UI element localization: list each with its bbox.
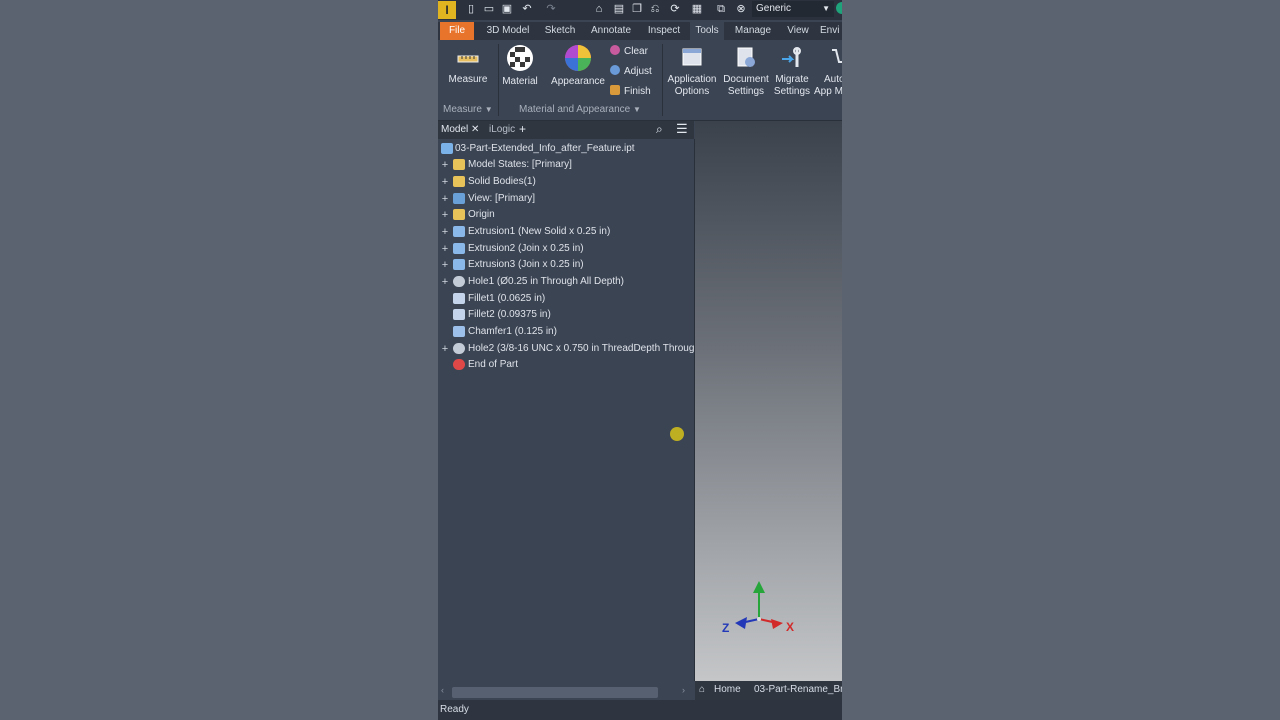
chamfer-icon (453, 326, 465, 337)
extrusion-icon (453, 243, 465, 254)
return-icon[interactable]: ⎌ (648, 2, 662, 16)
finish-button[interactable]: Finish (610, 85, 651, 99)
expand-icon[interactable]: + (440, 157, 450, 173)
copy-icon[interactable]: ❐ (630, 2, 644, 16)
ribbon-tabs: File 3D Model Sketch Annotate Inspect To… (438, 22, 842, 40)
expand-icon[interactable]: + (440, 207, 450, 223)
update-icon[interactable]: ⟳ (668, 2, 682, 16)
appearance-button[interactable]: Appearance (548, 44, 608, 88)
clear-appearance-icon (610, 45, 620, 55)
expand-icon[interactable]: + (440, 274, 450, 290)
save-icon[interactable]: ▣ (500, 2, 514, 16)
mouse-cursor-highlight (670, 427, 684, 441)
view-triad (735, 581, 783, 629)
ribbon-panel: Measure Material Appearance Clear Adjust (438, 40, 842, 121)
part-file-icon (441, 143, 453, 154)
wrench-arrow-icon (782, 47, 801, 67)
home-icon[interactable]: ⌂ (592, 2, 606, 16)
document-tabs: ⌂ Home 03-Part-Rename_Bro (695, 681, 842, 700)
hole-icon (453, 343, 465, 354)
globe-icon[interactable] (836, 2, 842, 14)
tab-ilogic[interactable]: iLogic (489, 124, 515, 135)
tab-annotate[interactable]: Annotate (586, 22, 636, 40)
inventor-window: I ▯ ▭ ▣ ↶ ↷ ⌂ ▤ ❐ ⎌ ⟳ ▦ ⧉ ⊗ Generic ▼ Fi… (438, 0, 842, 720)
folder-icon (453, 209, 465, 220)
fillet-icon (453, 293, 465, 304)
tab-environments[interactable]: Envi (820, 22, 842, 40)
expand-icon[interactable]: + (440, 174, 450, 190)
search-icon[interactable]: ⌕ (656, 122, 663, 137)
tab-model[interactable]: Model (441, 124, 468, 135)
checker-sphere-icon (507, 45, 533, 71)
new-file-icon[interactable]: ▯ (464, 2, 478, 16)
home-tab[interactable]: Home (714, 684, 741, 695)
horizontal-scrollbar[interactable] (452, 687, 658, 698)
fillet-icon (453, 309, 465, 320)
clear-button[interactable]: Clear (610, 45, 648, 59)
redo-icon[interactable]: ↷ (544, 2, 558, 16)
expand-icon[interactable]: + (440, 191, 450, 207)
browser-header: Model ✕ iLogic + ⌕ ☰ (438, 121, 694, 139)
menu-icon[interactable]: ☰ (676, 121, 688, 137)
document-icon[interactable]: ▤ (612, 2, 626, 16)
migrate-settings-button[interactable]: Migrate Settings (772, 46, 812, 98)
adjust-appearance-icon (610, 65, 620, 75)
status-bar: Ready (438, 700, 842, 720)
application-options-button[interactable]: Application Options (664, 46, 720, 98)
end-of-part-icon (453, 359, 465, 370)
tab-view[interactable]: View (782, 22, 814, 40)
tab-tools[interactable]: Tools (690, 22, 724, 40)
tab-3d-model[interactable]: 3D Model (480, 22, 536, 40)
undo-icon[interactable]: ↶ (520, 2, 534, 16)
home-tab-icon[interactable]: ⌂ (699, 684, 705, 695)
color-wheel-icon (565, 45, 591, 71)
appearance-combo[interactable]: Generic ▼ (752, 1, 834, 17)
autodesk-app-manager-button[interactable]: Auto App M (814, 46, 842, 98)
quick-access-toolbar: I ▯ ▭ ▣ ↶ ↷ ⌂ ▤ ❐ ⎌ ⟳ ▦ ⧉ ⊗ Generic ▼ (438, 0, 842, 20)
folder-icon (453, 176, 465, 187)
application-options-icon (682, 48, 702, 66)
material-button[interactable]: Material (498, 44, 542, 88)
panel-label-material-appearance[interactable]: Material and Appearance ▼ (519, 104, 641, 115)
adjust-button[interactable]: Adjust (610, 65, 652, 79)
document-settings-button[interactable]: Document Settings (720, 46, 772, 98)
document-tab[interactable]: 03-Part-Rename_Bro (754, 684, 842, 695)
expand-icon[interactable]: + (440, 241, 450, 257)
document-settings-icon (737, 47, 755, 67)
folder-icon (453, 159, 465, 170)
panel-label-measure[interactable]: Measure ▼ (443, 104, 493, 115)
scroll-right-icon[interactable]: › (682, 685, 685, 695)
graphics-viewport[interactable]: Z X (695, 121, 842, 681)
ruler-icon (457, 55, 479, 63)
expand-icon[interactable]: + (440, 224, 450, 240)
app-logo-icon[interactable]: I (438, 1, 456, 19)
tab-manage[interactable]: Manage (730, 22, 776, 40)
material-sphere-icon[interactable]: ⊗ (734, 2, 748, 16)
hole-icon (453, 276, 465, 287)
expand-icon[interactable]: + (440, 341, 450, 357)
tab-file[interactable]: File (440, 22, 474, 40)
scroll-left-icon[interactable]: ‹ (441, 685, 444, 695)
expand-icon[interactable]: + (440, 257, 450, 273)
status-text: Ready (440, 704, 469, 715)
open-folder-icon[interactable]: ▭ (482, 2, 496, 16)
finish-icon (610, 85, 620, 95)
close-tab-icon[interactable]: ✕ (471, 124, 479, 135)
select-icon[interactable]: ⧉ (714, 2, 728, 16)
tab-inspect[interactable]: Inspect (642, 22, 686, 40)
extrusion-icon (453, 226, 465, 237)
chevron-down-icon: ▼ (822, 4, 830, 13)
view-icon (453, 193, 465, 204)
extrusion-icon (453, 259, 465, 270)
measure-tool-icon[interactable]: ▦ (690, 2, 704, 16)
tab-sketch[interactable]: Sketch (540, 22, 580, 40)
cart-icon (832, 49, 842, 63)
axis-label-x: X (786, 620, 795, 634)
model-browser: 03-Part-Extended_Info_after_Feature.ipt … (438, 139, 723, 698)
measure-button[interactable]: Measure (444, 46, 492, 86)
axis-label-z: Z (722, 621, 730, 635)
add-tab-icon[interactable]: + (519, 122, 526, 136)
